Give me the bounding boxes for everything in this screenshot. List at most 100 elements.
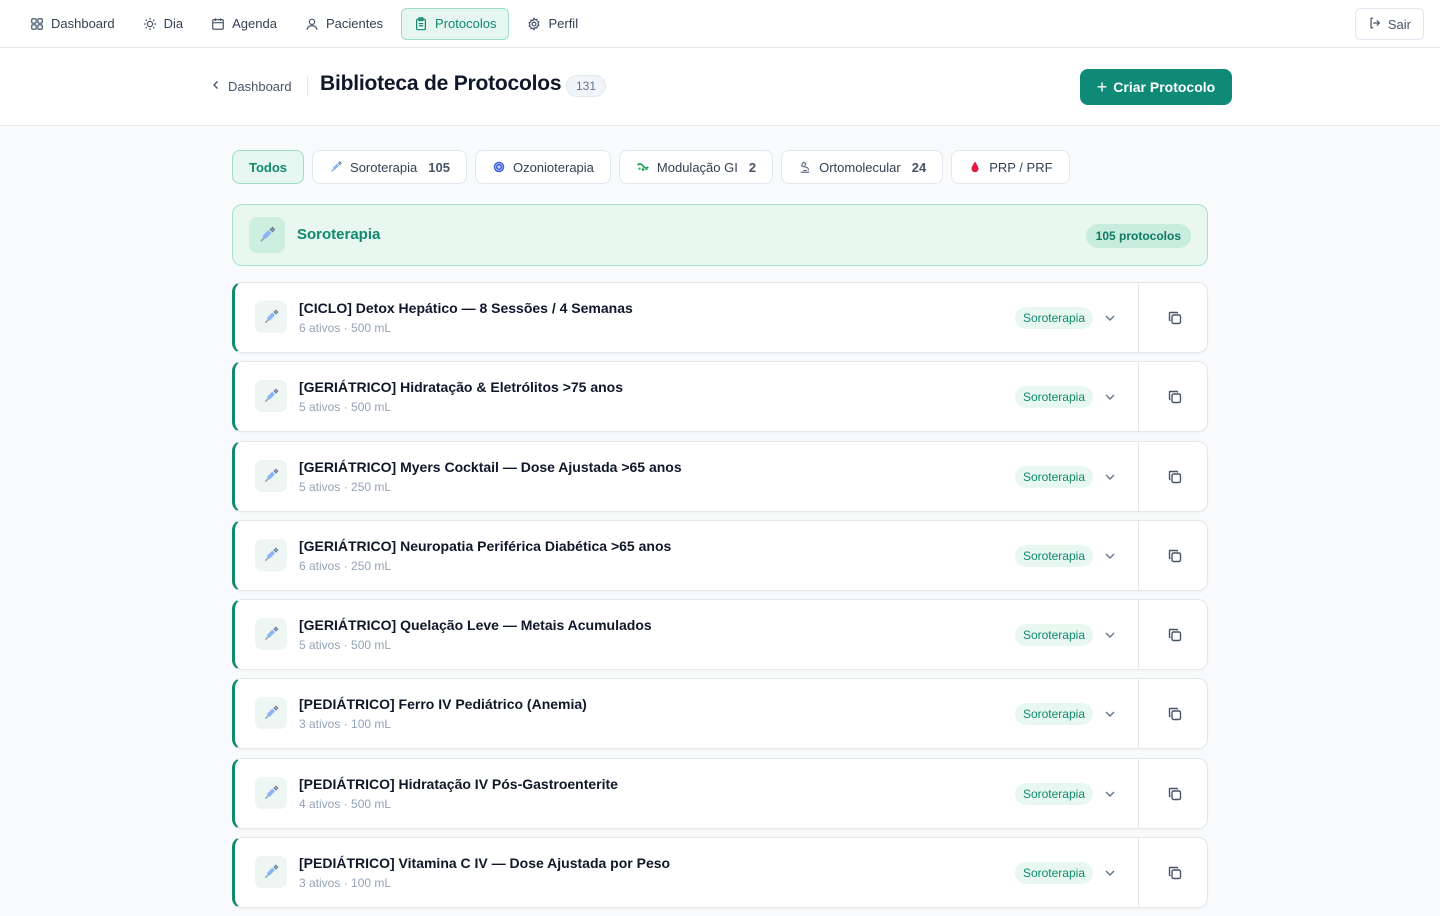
chevron-down-icon[interactable] bbox=[1103, 311, 1117, 325]
plus-icon: + bbox=[1096, 77, 1108, 97]
chevron-down-icon[interactable] bbox=[1103, 707, 1117, 721]
nav-item-agenda[interactable]: Agenda bbox=[201, 8, 287, 40]
syringe-icon bbox=[255, 301, 287, 333]
protocol-category-badge: Soroterapia bbox=[1014, 465, 1093, 488]
protocol-title: [PEDIÁTRICO] Vitamina C IV — Dose Ajusta… bbox=[299, 855, 671, 872]
filter-label: Ortomolecular bbox=[819, 159, 901, 175]
category-title: Soroterapia bbox=[297, 226, 381, 243]
nav-item-protocolos[interactable]: Protocolos bbox=[401, 7, 510, 40]
row-divider bbox=[1138, 679, 1139, 749]
chevron-down-icon[interactable] bbox=[1103, 390, 1117, 404]
copy-icon[interactable] bbox=[1167, 310, 1183, 326]
logout-button[interactable]: Sair bbox=[1354, 8, 1424, 40]
logout-label: Sair bbox=[1387, 16, 1411, 32]
copy-icon[interactable] bbox=[1167, 469, 1183, 485]
protocol-category-badge: Soroterapia bbox=[1014, 386, 1093, 409]
filter-count: 105 bbox=[428, 159, 450, 175]
protocol-category-badge: Soroterapia bbox=[1014, 862, 1093, 885]
row-divider bbox=[1138, 283, 1139, 352]
filter-count: 2 bbox=[748, 159, 757, 175]
protocol-list: [CICLO] Detox Hepático — 8 Sessões / 4 S… bbox=[232, 282, 1208, 916]
filter-count: 24 bbox=[911, 159, 927, 175]
header-divider bbox=[307, 76, 308, 96]
nav-item-dashboard[interactable]: Dashboard bbox=[20, 8, 125, 40]
syringe-icon bbox=[329, 160, 343, 174]
protocol-row[interactable]: [GERIÁTRICO] Neuropatia Periférica Diabé… bbox=[232, 519, 1208, 591]
protocol-row[interactable]: [GERIÁTRICO] Myers Cocktail — Dose Ajust… bbox=[232, 440, 1208, 512]
chevron-down-icon[interactable] bbox=[1103, 866, 1117, 880]
row-divider bbox=[1138, 600, 1139, 670]
protocol-title: [PEDIÁTRICO] Ferro IV Pediátrico (Anemia… bbox=[299, 696, 587, 713]
protocol-row[interactable]: [CICLO] Detox Hepático — 8 Sessões / 4 S… bbox=[232, 282, 1208, 353]
chevron-down-icon[interactable] bbox=[1103, 628, 1117, 642]
drop-icon bbox=[968, 160, 982, 174]
protocol-row[interactable]: [GERIÁTRICO] Hidratação & Eletrólitos >7… bbox=[232, 361, 1208, 433]
protocol-meta: 5 ativos · 250 mL bbox=[299, 479, 392, 494]
copy-icon[interactable] bbox=[1167, 548, 1183, 564]
nav-item-perfil[interactable]: Perfil bbox=[517, 8, 588, 40]
back-link-label: Dashboard bbox=[228, 79, 292, 94]
syringe-icon bbox=[255, 697, 287, 730]
filter-prp-prf[interactable]: PRP / PRF bbox=[951, 150, 1070, 184]
protocol-meta: 5 ativos · 500 mL bbox=[299, 638, 392, 653]
copy-icon[interactable] bbox=[1167, 706, 1183, 722]
ozone-icon bbox=[492, 160, 506, 174]
protocol-title: [GERIÁTRICO] Neuropatia Periférica Diabé… bbox=[299, 537, 672, 554]
nav-item-label: Protocolos bbox=[435, 16, 497, 31]
filter-label: Ozonioterapia bbox=[512, 159, 594, 175]
row-divider bbox=[1138, 838, 1139, 908]
protocol-meta: 4 ativos · 500 mL bbox=[299, 796, 392, 811]
grid-icon bbox=[30, 17, 44, 31]
copy-icon[interactable] bbox=[1167, 865, 1183, 881]
nav-item-pacientes[interactable]: Pacientes bbox=[295, 8, 393, 40]
filter-label: PRP / PRF bbox=[989, 159, 1053, 175]
protocol-row[interactable]: [GERIÁTRICO] Quelação Leve — Metais Acum… bbox=[232, 599, 1208, 671]
protocol-row[interactable]: [PEDIÁTRICO] Hidratação IV Pós-Gastroent… bbox=[232, 757, 1208, 829]
gut-icon bbox=[636, 160, 650, 174]
filter-todos[interactable]: Todos bbox=[232, 150, 305, 184]
filter-label: Todos bbox=[249, 159, 288, 175]
filter-ortomolecular[interactable]: Ortomolecular 24 bbox=[781, 150, 944, 184]
copy-icon[interactable] bbox=[1167, 786, 1183, 802]
chevron-down-icon[interactable] bbox=[1103, 787, 1117, 801]
category-banner: Soroterapia 105 protocolos bbox=[232, 204, 1208, 266]
page-header: Dashboard Biblioteca de Protocolos 131 +… bbox=[0, 48, 1440, 126]
back-link[interactable]: Dashboard bbox=[210, 79, 292, 94]
row-divider bbox=[1138, 758, 1139, 828]
filter-label: Modulação GI bbox=[656, 159, 738, 175]
copy-icon[interactable] bbox=[1167, 389, 1183, 405]
protocol-category-badge: Soroterapia bbox=[1014, 782, 1093, 805]
filter-modulacao-gi[interactable]: Modulação GI 2 bbox=[618, 150, 774, 184]
protocol-row[interactable]: [PEDIÁTRICO] Vitamina C IV — Dose Ajusta… bbox=[232, 837, 1208, 909]
page-title: Biblioteca de Protocolos bbox=[320, 72, 562, 95]
user-icon bbox=[305, 17, 319, 31]
chevron-down-icon[interactable] bbox=[1103, 549, 1117, 563]
nav-item-label: Perfil bbox=[548, 16, 579, 31]
protocol-meta: 6 ativos · 250 mL bbox=[299, 558, 392, 573]
sun-icon bbox=[143, 17, 157, 31]
syringe-icon bbox=[255, 856, 287, 889]
protocol-row[interactable]: [PEDIÁTRICO] Ferro IV Pediátrico (Anemia… bbox=[232, 678, 1208, 750]
protocol-category-badge: Soroterapia bbox=[1014, 544, 1093, 567]
chevron-down-icon[interactable] bbox=[1103, 470, 1117, 484]
filter-soroterapia[interactable]: Soroterapia 105 bbox=[312, 150, 467, 184]
syringe-icon bbox=[255, 380, 287, 413]
protocol-title: [GERIÁTRICO] Myers Cocktail — Dose Ajust… bbox=[299, 458, 682, 475]
category-filters: Todos Soroterapia 105 Ozonioterapia Modu… bbox=[232, 150, 1070, 184]
protocol-category-badge: Soroterapia bbox=[1014, 307, 1093, 329]
copy-icon[interactable] bbox=[1167, 627, 1183, 643]
protocol-meta: 6 ativos · 500 mL bbox=[299, 321, 392, 335]
microscope-icon bbox=[798, 160, 812, 174]
protocol-title: [CICLO] Detox Hepático — 8 Sessões / 4 S… bbox=[299, 300, 633, 316]
chevron-left-icon bbox=[210, 79, 222, 94]
syringe-icon bbox=[255, 538, 287, 571]
filter-ozonioterapia[interactable]: Ozonioterapia bbox=[474, 150, 611, 184]
protocol-category-badge: Soroterapia bbox=[1014, 703, 1093, 726]
nav-item-dia[interactable]: Dia bbox=[133, 8, 194, 40]
syringe-icon bbox=[255, 618, 287, 651]
protocol-title: [PEDIÁTRICO] Hidratação IV Pós-Gastroent… bbox=[299, 775, 618, 792]
create-protocol-button[interactable]: + Criar Protocolo bbox=[1080, 69, 1232, 105]
syringe-icon bbox=[255, 459, 287, 492]
category-count-badge: 105 protocolos bbox=[1085, 224, 1191, 248]
row-divider bbox=[1138, 362, 1139, 432]
